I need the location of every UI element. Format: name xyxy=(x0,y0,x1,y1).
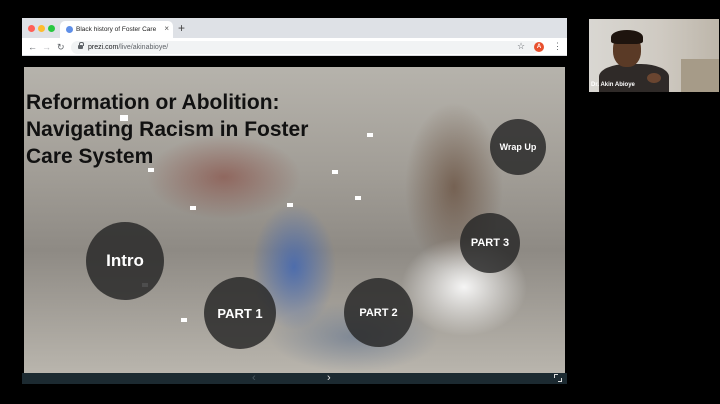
slide-marker xyxy=(367,133,373,137)
profile-avatar[interactable]: A xyxy=(534,42,544,52)
slide-title: Reformation or Abolition: Navigating Rac… xyxy=(26,91,309,168)
minimize-window-button[interactable] xyxy=(38,25,45,32)
slide-marker xyxy=(190,206,196,210)
tab-bar: Black history of Foster Care | P × + xyxy=(22,18,567,38)
back-button[interactable]: ← xyxy=(28,41,37,53)
background-shelf xyxy=(681,59,719,92)
topic-wrap-up[interactable]: Wrap Up xyxy=(490,119,546,175)
topic-part-2[interactable]: PART 2 xyxy=(344,278,413,347)
url-path: /live/akinabioye/ xyxy=(118,44,169,51)
reload-button[interactable]: ↻ xyxy=(57,41,65,53)
tab-title: Black history of Foster Care | P xyxy=(76,26,158,33)
star-icon[interactable]: ☆ xyxy=(517,41,525,52)
maximize-window-button[interactable] xyxy=(48,25,55,32)
presentation-slide: Reformation or Abolition: Navigating Rac… xyxy=(24,67,565,373)
globe-icon xyxy=(66,26,73,33)
url-host: prezi.com xyxy=(88,44,119,51)
menu-icon[interactable]: ⋮ xyxy=(553,41,562,52)
previous-step-button[interactable]: ‹ xyxy=(252,372,256,384)
participant-name: Dr. Akin Abioye xyxy=(591,82,635,88)
prezi-viewer: Reformation or Abolition: Navigating Rac… xyxy=(22,56,567,384)
webcam-tile: Dr. Akin Abioye xyxy=(589,19,719,92)
close-window-button[interactable] xyxy=(28,25,35,32)
slide-marker xyxy=(355,196,361,200)
lock-icon xyxy=(78,42,84,50)
browser-toolbar: ← → ↻ prezi.com/live/akinabioye/ ☆ A ⋮ xyxy=(22,38,567,56)
topic-part-1[interactable]: PART 1 xyxy=(204,277,276,349)
presentation-controls: ‹ › xyxy=(22,372,567,384)
browser-tab[interactable]: Black history of Foster Care | P × xyxy=(60,21,173,38)
next-step-button[interactable]: › xyxy=(327,372,331,384)
url-text: prezi.com/live/akinabioye/ xyxy=(88,43,168,52)
address-bar[interactable]: prezi.com/live/akinabioye/ xyxy=(71,41,539,54)
new-tab-button[interactable]: + xyxy=(178,21,185,35)
slide-marker xyxy=(287,203,293,207)
topic-intro[interactable]: Intro xyxy=(86,222,164,300)
topic-part-3[interactable]: PART 3 xyxy=(460,213,520,273)
slide-marker xyxy=(181,318,187,322)
forward-button[interactable]: → xyxy=(42,41,51,53)
slide-marker xyxy=(148,168,154,172)
presenter-hair xyxy=(611,30,643,44)
presenter-hand xyxy=(647,73,661,83)
browser-window: Black history of Foster Care | P × + ← →… xyxy=(22,18,567,384)
slide-marker xyxy=(332,170,338,174)
slide-marker xyxy=(120,115,128,121)
fullscreen-icon[interactable] xyxy=(554,374,562,382)
close-tab-icon[interactable]: × xyxy=(164,24,169,34)
